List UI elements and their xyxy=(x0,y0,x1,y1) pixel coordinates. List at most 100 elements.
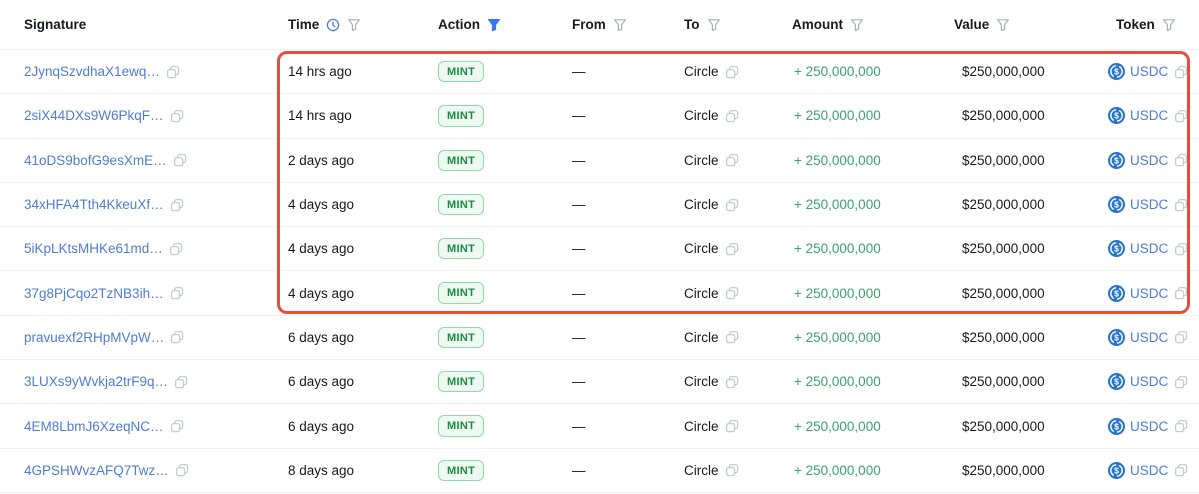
token-link[interactable]: USDC xyxy=(1130,463,1168,478)
copy-to-address-icon[interactable] xyxy=(725,463,739,477)
copy-signature-icon[interactable] xyxy=(166,65,180,79)
copy-signature-icon[interactable] xyxy=(170,109,184,123)
to-cell: Circle xyxy=(684,286,790,301)
time-value: 6 days ago xyxy=(288,418,355,434)
to-filter-icon[interactable] xyxy=(707,18,721,32)
token-link[interactable]: USDC xyxy=(1130,197,1168,212)
table-row: 5iKpLKtsMHKe61md… 4 days ago MINT — Circ… xyxy=(0,227,1199,272)
signature-link[interactable]: 2siX44DXs9W6PkqF… xyxy=(24,108,164,123)
signature-link[interactable]: 4GPSHWvzAFQ7Twz… xyxy=(24,463,169,478)
signature-link[interactable]: 3LUXs9yWvkja2trF9q… xyxy=(24,374,168,389)
amount-filter-icon[interactable] xyxy=(850,18,864,32)
from-cell: — xyxy=(568,286,684,301)
time-cell: 4 days ago xyxy=(288,286,438,301)
to-account-link[interactable]: Circle xyxy=(684,64,719,79)
token-link[interactable]: USDC xyxy=(1130,374,1168,389)
copy-token-address-icon[interactable] xyxy=(1174,153,1188,167)
copy-token-address-icon[interactable] xyxy=(1174,198,1188,212)
to-cell: Circle xyxy=(684,330,790,345)
to-account-link[interactable]: Circle xyxy=(684,153,719,168)
copy-to-address-icon[interactable] xyxy=(725,375,739,389)
signature-link[interactable]: 41oDS9bofG9esXmE… xyxy=(24,153,167,168)
signature-cell: 41oDS9bofG9esXmE… xyxy=(0,153,288,168)
to-account-link[interactable]: Circle xyxy=(684,108,719,123)
copy-signature-icon[interactable] xyxy=(173,153,187,167)
token-cell: USDC xyxy=(1108,461,1199,479)
token-link[interactable]: USDC xyxy=(1130,64,1168,79)
to-cell: Circle xyxy=(684,419,790,434)
token-link[interactable]: USDC xyxy=(1130,286,1168,301)
token-link[interactable]: USDC xyxy=(1130,153,1168,168)
amount-value: + 250,000,000 xyxy=(794,374,881,390)
col-header-action: Action xyxy=(438,17,568,32)
signature-link[interactable]: 37g8PjCqo2TzNB3ih… xyxy=(24,286,164,301)
usd-value: $250,000,000 xyxy=(962,374,1045,390)
table-row: 41oDS9bofG9esXmE… 2 days ago MINT — Circ… xyxy=(0,138,1199,183)
token-link[interactable]: USDC xyxy=(1130,419,1168,434)
copy-token-address-icon[interactable] xyxy=(1174,330,1188,344)
from-cell: — xyxy=(568,64,684,79)
usdc-token-icon xyxy=(1108,417,1125,435)
copy-signature-icon[interactable] xyxy=(170,330,184,344)
copy-token-address-icon[interactable] xyxy=(1174,286,1188,300)
copy-token-address-icon[interactable] xyxy=(1174,65,1188,79)
time-cell: 2 days ago xyxy=(288,153,438,168)
from-cell: — xyxy=(568,374,684,389)
to-account-link[interactable]: Circle xyxy=(684,374,719,389)
copy-to-address-icon[interactable] xyxy=(725,419,739,433)
copy-token-address-icon[interactable] xyxy=(1174,109,1188,123)
copy-token-address-icon[interactable] xyxy=(1174,375,1188,389)
token-link[interactable]: USDC xyxy=(1130,241,1168,256)
from-filter-icon[interactable] xyxy=(613,18,627,32)
signature-link[interactable]: 34xHFA4Tth4KkeuXf… xyxy=(24,197,164,212)
signature-link[interactable]: pravuexf2RHpMVpW… xyxy=(24,330,164,345)
copy-signature-icon[interactable] xyxy=(170,286,184,300)
action-filter-active-icon[interactable] xyxy=(487,18,501,32)
token-link[interactable]: USDC xyxy=(1130,108,1168,123)
copy-token-address-icon[interactable] xyxy=(1174,463,1188,477)
amount-value: + 250,000,000 xyxy=(794,285,881,301)
from-empty-dash: — xyxy=(572,462,586,478)
mint-action-badge: MINT xyxy=(438,282,485,304)
value-filter-icon[interactable] xyxy=(996,18,1010,32)
usd-value: $250,000,000 xyxy=(962,152,1045,168)
copy-signature-icon[interactable] xyxy=(170,198,184,212)
mint-action-badge: MINT xyxy=(438,61,485,83)
signature-cell: 5iKpLKtsMHKe61md… xyxy=(0,241,288,256)
time-filter-icon[interactable] xyxy=(347,18,361,32)
copy-to-address-icon[interactable] xyxy=(725,153,739,167)
token-cell: USDC xyxy=(1108,107,1199,125)
time-value: 4 days ago xyxy=(288,285,355,301)
copy-signature-icon[interactable] xyxy=(174,375,188,389)
token-link[interactable]: USDC xyxy=(1130,330,1168,345)
copy-to-address-icon[interactable] xyxy=(725,65,739,79)
copy-token-address-icon[interactable] xyxy=(1174,242,1188,256)
copy-signature-icon[interactable] xyxy=(169,242,183,256)
to-account-link[interactable]: Circle xyxy=(684,286,719,301)
to-account-link[interactable]: Circle xyxy=(684,330,719,345)
signature-link[interactable]: 4EM8LbmJ6XzeqNC… xyxy=(24,419,164,434)
amount-cell: + 250,000,000 xyxy=(790,153,952,168)
copy-to-address-icon[interactable] xyxy=(725,109,739,123)
table-row: 4EM8LbmJ6XzeqNC… 6 days ago MINT — Circl… xyxy=(0,404,1199,449)
to-account-link[interactable]: Circle xyxy=(684,463,719,478)
signature-link[interactable]: 5iKpLKtsMHKe61md… xyxy=(24,241,163,256)
to-account-link[interactable]: Circle xyxy=(684,419,719,434)
copy-to-address-icon[interactable] xyxy=(725,330,739,344)
time-format-clock-icon[interactable] xyxy=(326,18,340,32)
copy-to-address-icon[interactable] xyxy=(725,242,739,256)
to-account-link[interactable]: Circle xyxy=(684,241,719,256)
from-cell: — xyxy=(568,330,684,345)
token-cell: USDC xyxy=(1108,373,1199,391)
value-cell: $250,000,000 xyxy=(952,374,1108,389)
to-account-link[interactable]: Circle xyxy=(684,197,719,212)
to-column-label: To xyxy=(684,17,700,32)
signature-link[interactable]: 2JynqSzvdhaX1ewq… xyxy=(24,64,160,79)
copy-token-address-icon[interactable] xyxy=(1174,419,1188,433)
copy-signature-icon[interactable] xyxy=(175,463,189,477)
time-cell: 6 days ago xyxy=(288,330,438,345)
copy-signature-icon[interactable] xyxy=(170,419,184,433)
token-filter-icon[interactable] xyxy=(1162,18,1176,32)
copy-to-address-icon[interactable] xyxy=(725,198,739,212)
copy-to-address-icon[interactable] xyxy=(725,286,739,300)
